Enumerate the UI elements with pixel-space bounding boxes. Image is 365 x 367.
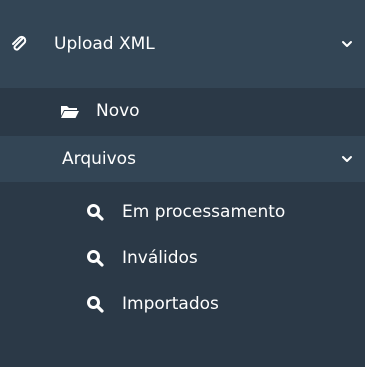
paperclip-icon [10, 35, 28, 53]
subsubmenu-item-em-processamento[interactable]: Em processamento [0, 190, 365, 234]
menu-item-upload-xml[interactable]: Upload XML [0, 24, 365, 64]
sidebar-menu: Upload XML Novo Arquivos Em processament… [0, 0, 365, 367]
folder-open-icon [60, 103, 80, 119]
chevron-down-icon[interactable] [341, 153, 353, 165]
subsubmenu-item-importados[interactable]: Importados [0, 282, 365, 326]
search-icon [86, 203, 104, 221]
search-icon [86, 295, 104, 313]
subsubmenu-item-label: Importados [122, 294, 219, 314]
submenu-item-novo-label: Novo [96, 101, 140, 121]
submenu-item-arquivos-label: Arquivos [62, 149, 136, 169]
search-icon [86, 249, 104, 267]
subsubmenu-item-invalidos[interactable]: Inválidos [0, 236, 365, 280]
chevron-down-icon[interactable] [341, 38, 353, 50]
subsubmenu-item-label: Inválidos [122, 248, 198, 268]
submenu-item-arquivos[interactable]: Arquivos [0, 136, 365, 182]
subsubmenu-item-label: Em processamento [122, 202, 286, 222]
submenu-item-novo[interactable]: Novo [0, 88, 365, 134]
menu-item-upload-xml-label: Upload XML [54, 34, 155, 54]
